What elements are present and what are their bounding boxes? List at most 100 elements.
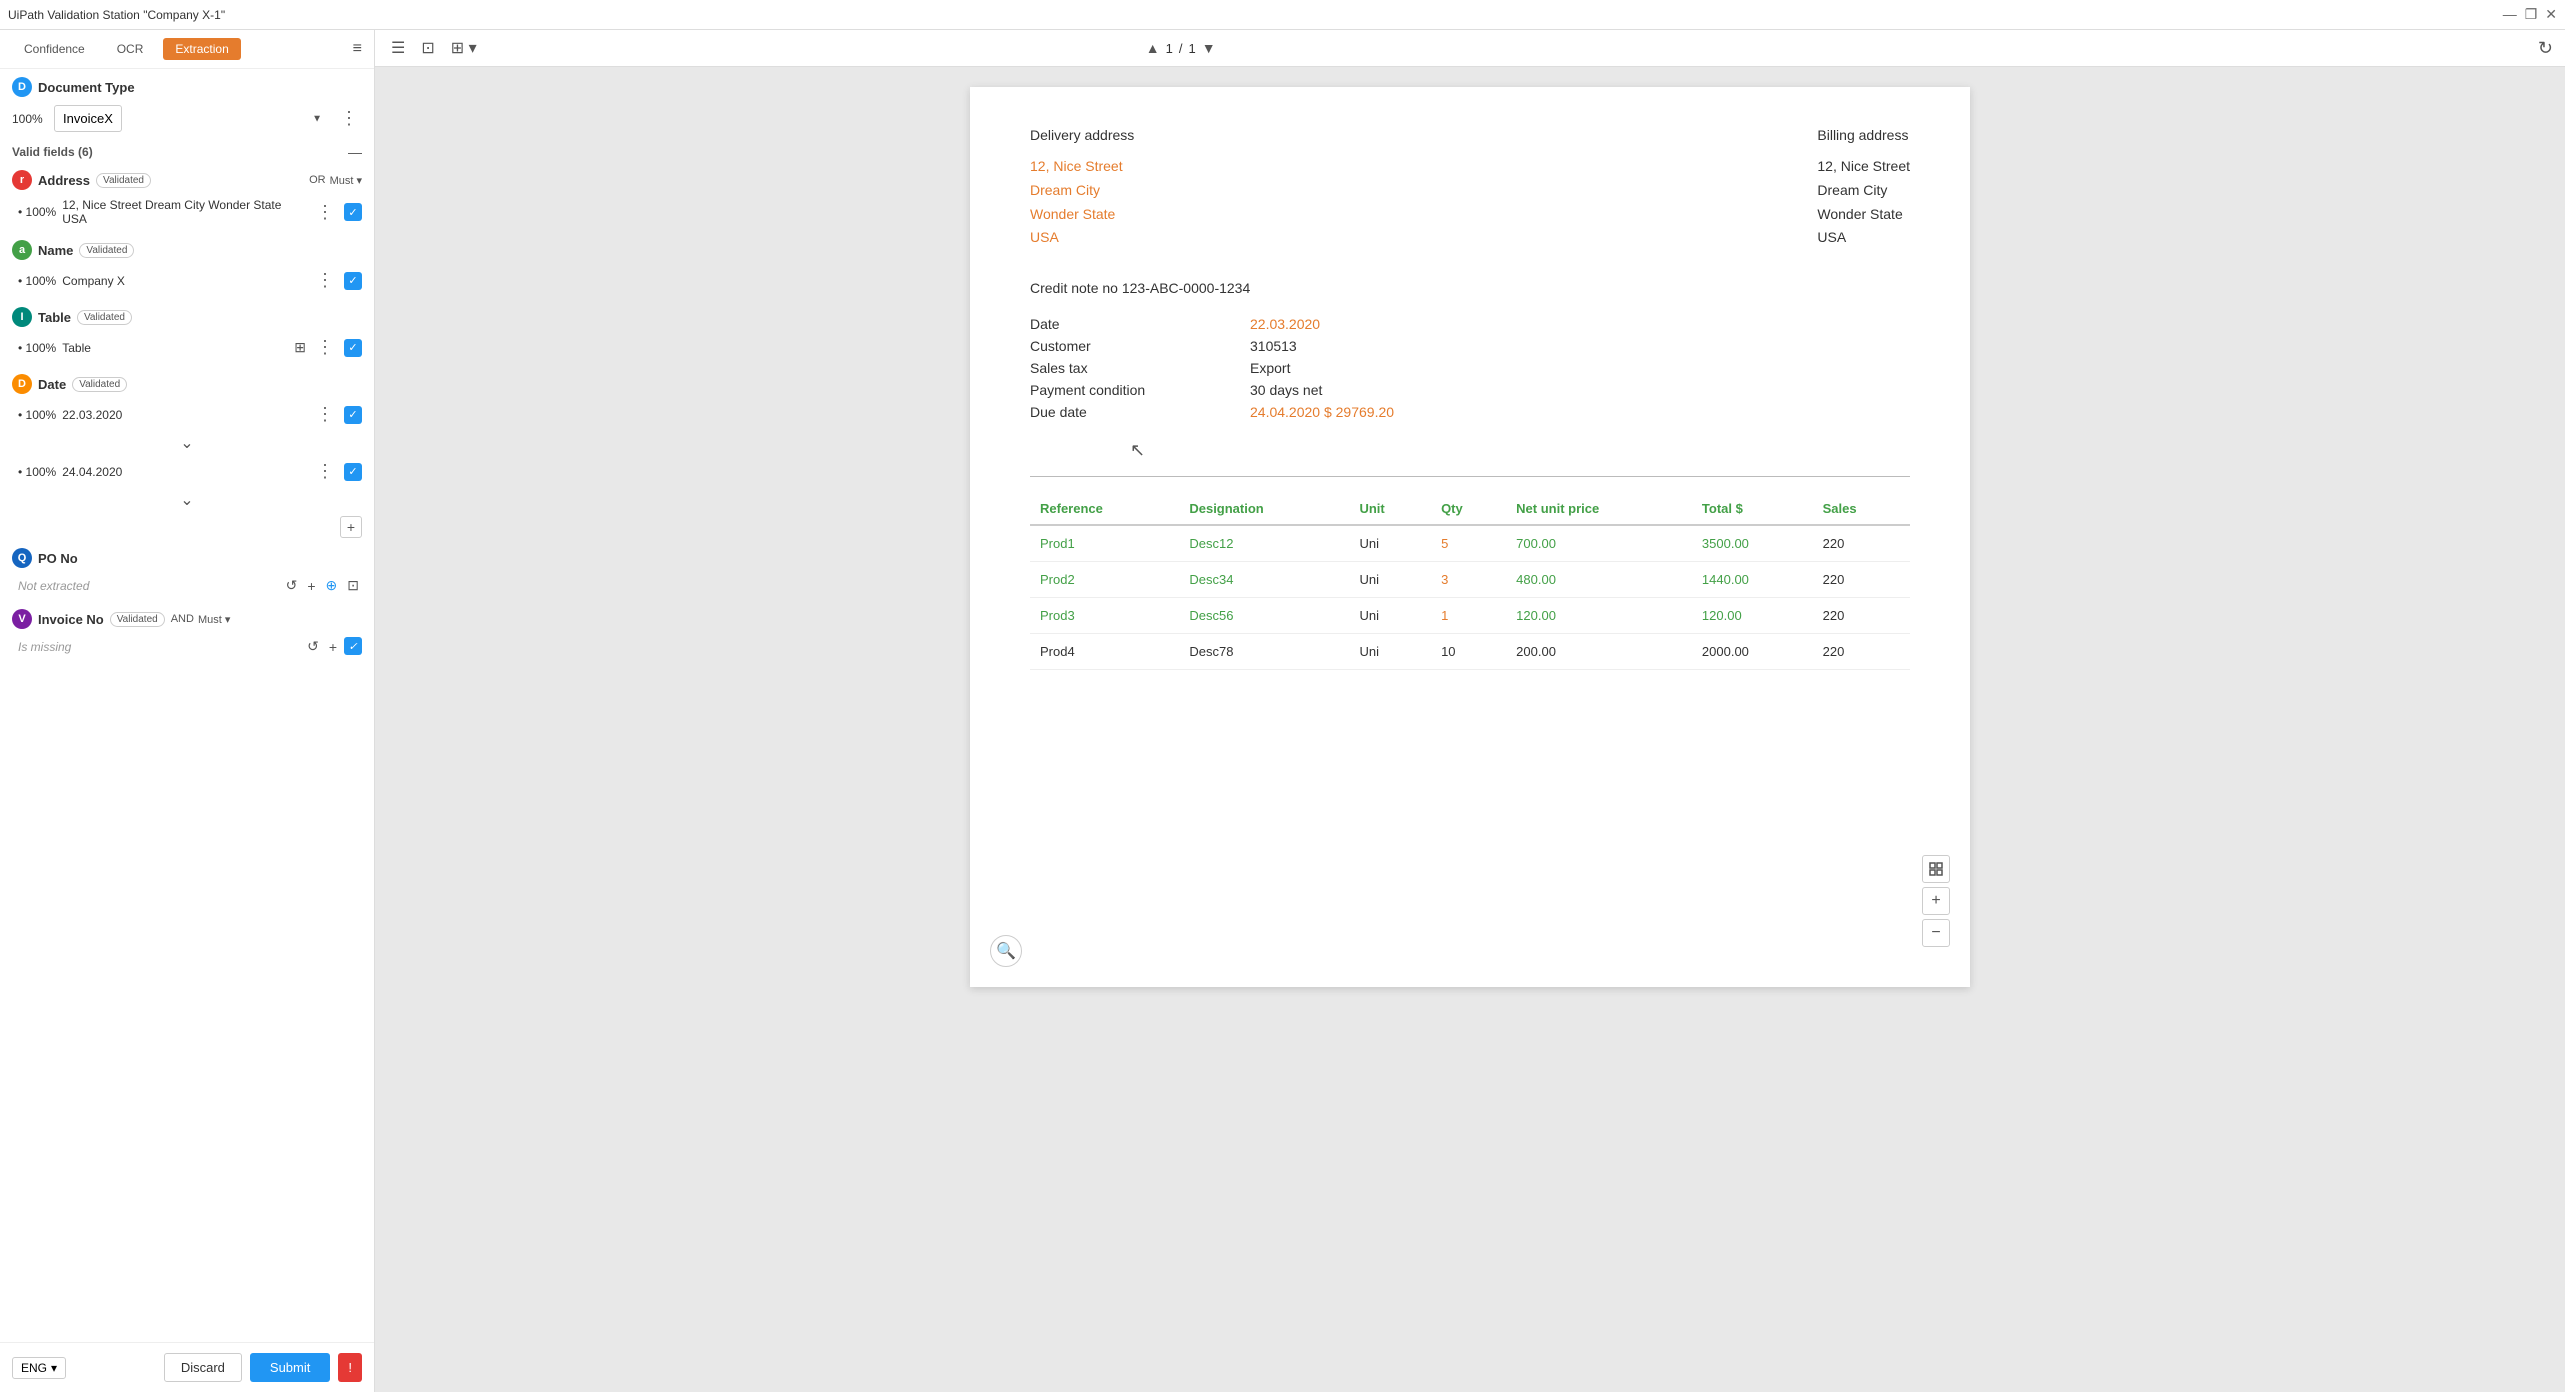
- add-date-row-btn[interactable]: +: [340, 516, 362, 538]
- field-date-extra-more[interactable]: ⋮: [312, 459, 338, 484]
- document-type-row: 100% InvoiceX ▼ ⋮: [12, 105, 362, 132]
- cell-qty-3: 1: [1431, 598, 1506, 634]
- field-table-header: I Table Validated: [12, 307, 362, 327]
- field-address-check[interactable]: ✓: [344, 203, 362, 221]
- page-prev-btn[interactable]: ▲: [1146, 40, 1160, 56]
- doc-content: Delivery address 12, Nice Street Dream C…: [970, 87, 1970, 987]
- cell-net-1: 700.00: [1506, 525, 1692, 562]
- delivery-state: Wonder State: [1030, 206, 1115, 222]
- cursor-icon: ↖: [1130, 440, 1145, 461]
- field-invoice-no-value-row: Is missing ↺ + ✓: [12, 633, 362, 660]
- close-btn[interactable]: ✕: [2545, 6, 2557, 23]
- field-invoice-no-undo[interactable]: ↺: [304, 637, 322, 656]
- page-total: 1: [1189, 41, 1196, 56]
- submit-button[interactable]: Submit: [250, 1353, 330, 1382]
- document-type-header: D Document Type: [12, 77, 362, 97]
- field-invoice-no-icon: V: [12, 609, 32, 629]
- zoom-fit-btn[interactable]: [1922, 855, 1950, 883]
- table-grid-icon[interactable]: ⊞: [294, 339, 306, 356]
- language-select[interactable]: ENG ▾: [12, 1357, 66, 1379]
- valid-fields-collapse-btn[interactable]: —: [348, 144, 362, 160]
- field-date-check[interactable]: ✓: [344, 406, 362, 424]
- cell-net-3: 120.00: [1506, 598, 1692, 634]
- field-date-extra-expand[interactable]: ⌄: [12, 488, 362, 512]
- info-row-payment: Payment condition 30 days net: [1030, 382, 1910, 398]
- field-invoice-no-must[interactable]: Must ▾: [198, 613, 230, 626]
- minimize-btn[interactable]: —: [2503, 6, 2517, 23]
- field-address-name: Address: [38, 173, 90, 188]
- field-date-extra-check[interactable]: ✓: [344, 463, 362, 481]
- field-name: a Name Validated • 100% Company X ⋮ ✓: [12, 240, 362, 297]
- field-address-must[interactable]: Must ▾: [330, 174, 362, 187]
- cell-sales-3: 220: [1813, 598, 1910, 634]
- field-address-icon: r: [12, 170, 32, 190]
- table-head: Reference Designation Unit Qty Net unit …: [1030, 493, 1910, 525]
- field-po-no-icon: Q: [12, 548, 32, 568]
- delivery-address-block: Delivery address 12, Nice Street Dream C…: [1030, 127, 1134, 250]
- cell-ref-2: Prod2: [1030, 562, 1179, 598]
- delivery-address-label: Delivery address: [1030, 127, 1134, 143]
- field-date: D Date Validated • 100% 22.03.2020 ⋮ ✓ ⌄…: [12, 374, 362, 538]
- doc-type-select[interactable]: InvoiceX: [54, 105, 122, 132]
- doc-type-more-btn[interactable]: ⋮: [336, 106, 362, 131]
- field-invoice-no-add[interactable]: +: [326, 637, 340, 656]
- field-table-more[interactable]: ⋮: [312, 335, 338, 360]
- table-row: Prod1 Desc12 Uni 5 700.00 3500.00 220: [1030, 525, 1910, 562]
- delivery-street: 12, Nice Street: [1030, 158, 1123, 174]
- toolbar-layout-btn[interactable]: ⊞ ▾: [447, 36, 481, 60]
- field-invoice-no-check[interactable]: ✓: [344, 637, 362, 655]
- field-date-extra-value: 24.04.2020: [62, 465, 306, 479]
- col-sales: Sales: [1813, 493, 1910, 525]
- window-controls[interactable]: — ❐ ✕: [2503, 6, 2557, 23]
- billing-state: Wonder State: [1817, 206, 1902, 222]
- field-address-value: 12, Nice Street Dream City Wonder State …: [62, 198, 306, 226]
- field-po-no-copy[interactable]: ⊡: [344, 576, 362, 595]
- field-table-icon: I: [12, 307, 32, 327]
- field-po-no-add[interactable]: +: [304, 576, 318, 595]
- field-address-badge: Validated: [96, 173, 151, 188]
- field-po-no-add-circle[interactable]: ⊕: [323, 576, 341, 595]
- table-row: Prod4 Desc78 Uni 10 200.00 2000.00 220: [1030, 634, 1910, 670]
- error-button[interactable]: !: [338, 1353, 362, 1382]
- field-date-extra-confidence: • 100%: [18, 465, 56, 479]
- field-address-more[interactable]: ⋮: [312, 200, 338, 225]
- refresh-btn[interactable]: ↻: [2538, 38, 2553, 59]
- field-po-no-undo[interactable]: ↺: [283, 576, 301, 595]
- cell-sales-1: 220: [1813, 525, 1910, 562]
- cell-desc-1: Desc12: [1179, 525, 1349, 562]
- info-customer-value: 310513: [1250, 338, 1297, 354]
- discard-button[interactable]: Discard: [164, 1353, 242, 1382]
- zoom-in-btn[interactable]: +: [1922, 887, 1950, 915]
- cell-qty-1: 5: [1431, 525, 1506, 562]
- field-name-more[interactable]: ⋮: [312, 268, 338, 293]
- info-date-value: 22.03.2020: [1250, 316, 1320, 332]
- right-panel: ☰ ⊡ ⊞ ▾ ▲ 1 / 1 ▼ ↻ Delivery address: [375, 30, 2565, 1392]
- filter-btn[interactable]: ≡: [353, 40, 362, 58]
- doc-toolbar: ☰ ⊡ ⊞ ▾ ▲ 1 / 1 ▼ ↻: [375, 30, 2565, 67]
- field-date-expand[interactable]: ⌄: [12, 431, 362, 455]
- col-reference: Reference: [1030, 493, 1179, 525]
- toolbar-view-btn[interactable]: ⊡: [417, 36, 438, 60]
- col-designation: Designation: [1179, 493, 1349, 525]
- maximize-btn[interactable]: ❐: [2525, 6, 2538, 23]
- info-customer-label: Customer: [1030, 338, 1250, 354]
- field-date-icon: D: [12, 374, 32, 394]
- data-table: Reference Designation Unit Qty Net unit …: [1030, 493, 1910, 670]
- tab-ocr[interactable]: OCR: [105, 38, 156, 60]
- toolbar-menu-btn[interactable]: ☰: [387, 36, 409, 60]
- field-name-check[interactable]: ✓: [344, 272, 362, 290]
- field-date-extra-row: • 100% 24.04.2020 ⋮ ✓: [12, 455, 362, 488]
- tab-confidence[interactable]: Confidence: [12, 38, 97, 60]
- zoom-out-btn[interactable]: −: [1922, 919, 1950, 947]
- field-table-check[interactable]: ✓: [344, 339, 362, 357]
- page-next-btn[interactable]: ▼: [1202, 40, 1216, 56]
- field-date-more[interactable]: ⋮: [312, 402, 338, 427]
- field-invoice-no-name: Invoice No: [38, 612, 104, 627]
- tab-extraction[interactable]: Extraction: [163, 38, 240, 60]
- field-po-no: Q PO No Not extracted ↺ + ⊕ ⊡: [12, 548, 362, 599]
- search-btn[interactable]: 🔍: [990, 935, 1022, 967]
- field-po-no-value: Not extracted: [18, 579, 89, 593]
- action-buttons: Discard Submit !: [164, 1353, 362, 1382]
- delivery-city: Dream City: [1030, 182, 1100, 198]
- titlebar: UiPath Validation Station "Company X-1" …: [0, 0, 2565, 30]
